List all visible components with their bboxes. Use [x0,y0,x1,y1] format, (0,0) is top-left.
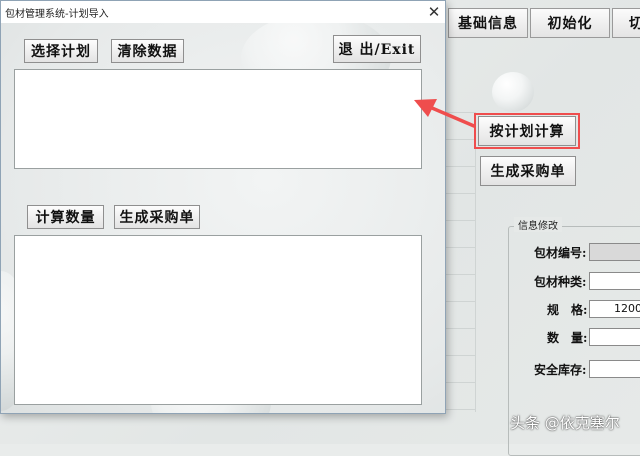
spec-field[interactable]: 1200 [589,300,640,318]
highlight-box [474,113,580,149]
select-plan-button[interactable]: 选择计划 [24,39,98,63]
close-icon[interactable]: ✕ [423,2,445,22]
dialog-title: 包材管理系统-计划导入 [5,9,109,20]
field-label-type: 包材种类: [534,275,587,289]
info-edit-group-title: 信息修改 [514,217,562,232]
field-label-spec: 规 格: [547,303,588,317]
watermark: 头条 @依克塞尔 [510,414,620,432]
plan-import-dialog: 包材管理系统-计划导入 ✕ 选择计划 清除数据 退 出/Exit 计算数量 生成… [0,0,446,414]
tab-initialize[interactable]: 初始化 [530,8,610,38]
tab-partial[interactable]: 切 [612,8,640,38]
calc-quantity-button[interactable]: 计算数量 [27,205,104,229]
create-po-button-dialog[interactable]: 生成采购单 [114,205,200,229]
field-label-qty: 数 量: [547,331,588,345]
exit-button[interactable]: 退 出/Exit [333,35,421,63]
plan-textbox[interactable] [14,69,422,169]
quantity-field[interactable] [589,328,640,346]
result-textbox[interactable] [14,235,422,405]
material-type-field[interactable] [589,272,640,290]
decorative-sphere [492,72,534,112]
safety-stock-field[interactable] [589,360,640,378]
clear-data-button[interactable]: 清除数据 [111,39,184,63]
dialog-client-area: 选择计划 清除数据 退 出/Exit 计算数量 生成采购单 [1,23,445,413]
dialog-titlebar: 包材管理系统-计划导入 ✕ [1,1,445,23]
material-code-field[interactable] [589,243,640,261]
field-label-code: 包材编号: [534,246,587,260]
field-label-safety-stock: 安全库存: [534,363,587,377]
tab-basic-info[interactable]: 基础信息 [448,8,528,38]
create-po-button-main[interactable]: 生成采购单 [480,156,576,186]
